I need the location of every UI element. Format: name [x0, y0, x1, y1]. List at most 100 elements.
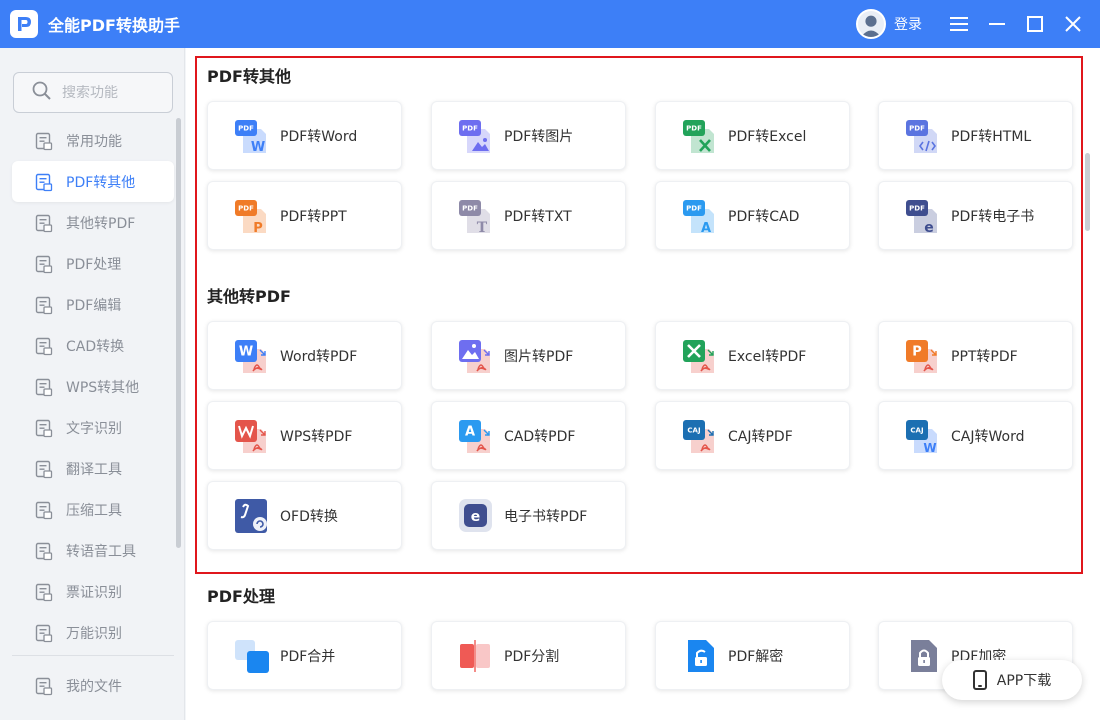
tool-card[interactable]: WPS转PDF	[207, 401, 402, 470]
tool-card[interactable]: W Word转PDF	[207, 321, 402, 390]
sidebar-item[interactable]: WPS转其他	[12, 366, 174, 407]
user-avatar-icon[interactable]	[856, 9, 886, 39]
sidebar-item[interactable]: 压缩工具	[12, 489, 174, 530]
app-download-label: APP下载	[996, 673, 1052, 689]
my-files-icon	[34, 676, 54, 696]
sidebar-item-label: 翻译工具	[66, 461, 122, 478]
sidebar-item-label: 压缩工具	[66, 502, 122, 519]
sidebar-item[interactable]: 票证识别	[12, 571, 174, 612]
tool-card-label: PDF转TXT	[504, 208, 572, 225]
tool-card[interactable]: e 电子书转PDF	[431, 481, 626, 550]
sidebar-item-label: 我的文件	[66, 678, 122, 695]
tool-card[interactable]: P PPT转PDF	[878, 321, 1073, 390]
sidebar-item-label: PDF处理	[66, 256, 122, 273]
tool-card[interactable]: PDF P PDF转PPT	[207, 181, 402, 250]
sidebar-item-label: 转语音工具	[66, 543, 136, 560]
sidebar-item-label: WPS转其他	[66, 379, 140, 396]
sidebar-item-label: CAD转换	[66, 338, 125, 355]
svg-text:PDF: PDF	[686, 124, 702, 132]
tool-card[interactable]: PDF PDF转HTML	[878, 101, 1073, 170]
svg-text:A: A	[465, 424, 475, 439]
tool-card[interactable]: CAJ W CAJ转Word	[878, 401, 1073, 470]
section-title-other-to-pdf: 其他转PDF	[207, 287, 291, 306]
tool-card[interactable]: Excel转PDF	[655, 321, 850, 390]
ebook-to-pdf-icon: e	[458, 498, 494, 534]
sidebar: 常用功能 PDF转其他 其他转PDF PDF处理 PDF编辑 CAD转换 W	[0, 48, 185, 720]
tool-card[interactable]: PDF W PDF转Word	[207, 101, 402, 170]
section-title-pdf-process: PDF处理	[207, 587, 275, 606]
sidebar-item-my-files[interactable]: 我的文件	[12, 665, 174, 706]
sidebar-item[interactable]: 翻译工具	[12, 448, 174, 489]
pdf-merge-icon	[234, 638, 270, 674]
search-input[interactable]	[62, 84, 162, 101]
tool-card-label: PDF转Excel	[728, 128, 807, 145]
cad-to-pdf-icon: A	[458, 418, 494, 454]
wps-convert-icon	[34, 377, 54, 397]
sidebar-item[interactable]: 转语音工具	[12, 530, 174, 571]
svg-text:PDF: PDF	[462, 204, 478, 212]
caj-to-pdf-icon: CAJ	[682, 418, 718, 454]
pdf-decrypt-icon	[682, 638, 718, 674]
tool-card-label: PDF合并	[280, 648, 336, 665]
other-to-pdf-icon	[34, 213, 54, 233]
sidebar-item-label: 票证识别	[66, 584, 122, 601]
menu-icon[interactable]	[940, 0, 978, 48]
pdf-to-ppt-icon: PDF P	[234, 198, 270, 236]
tool-card-label: Excel转PDF	[728, 348, 807, 365]
tool-card[interactable]: PDF分割	[431, 621, 626, 690]
pdf-edit-icon	[34, 295, 54, 315]
ofd-convert-icon	[234, 498, 270, 534]
image-to-pdf-icon	[458, 338, 494, 374]
svg-text:CAJ: CAJ	[910, 426, 923, 434]
pdf-to-image-icon: PDF	[458, 118, 494, 154]
sidebar-item[interactable]: 常用功能	[12, 120, 174, 161]
login-button[interactable]: 登录	[894, 14, 922, 34]
close-icon[interactable]	[1054, 0, 1092, 48]
tool-card-label: CAD转PDF	[504, 428, 576, 445]
tool-card[interactable]: PDF PDF转Excel	[655, 101, 850, 170]
svg-text:P: P	[253, 221, 263, 234]
pdf-split-icon	[458, 638, 494, 674]
sidebar-item[interactable]: 万能识别	[12, 612, 174, 653]
svg-text:PDF: PDF	[238, 124, 254, 132]
tool-card[interactable]: PDF合并	[207, 621, 402, 690]
sidebar-item[interactable]: PDF转其他	[12, 161, 174, 202]
tool-card-label: PPT转PDF	[951, 348, 1018, 365]
svg-text:A: A	[701, 221, 711, 234]
tool-card[interactable]: PDF A PDF转CAD	[655, 181, 850, 250]
svg-text:PDF: PDF	[462, 124, 478, 132]
universal-recognition-icon	[34, 623, 54, 643]
caj-to-word-icon: CAJ W	[905, 418, 941, 455]
app-download-button[interactable]: APP下载	[942, 660, 1082, 700]
tool-card[interactable]: PDF PDF转图片	[431, 101, 626, 170]
tool-card[interactable]: PDF解密	[655, 621, 850, 690]
tool-card-label: PDF分割	[504, 648, 560, 665]
sidebar-item[interactable]: 文字识别	[12, 407, 174, 448]
maximize-icon[interactable]	[1016, 0, 1054, 48]
sidebar-item[interactable]: PDF编辑	[12, 284, 174, 325]
sidebar-item[interactable]: PDF处理	[12, 243, 174, 284]
tool-card-label: Word转PDF	[280, 348, 358, 365]
main-scrollbar[interactable]	[1085, 153, 1090, 231]
compress-icon	[34, 500, 54, 520]
tool-card[interactable]: PDF e PDF转电子书	[878, 181, 1073, 250]
pdf-to-txt-icon: PDF T	[458, 198, 494, 236]
tool-card-label: PDF转CAD	[728, 208, 800, 225]
sidebar-item[interactable]: 其他转PDF	[12, 202, 174, 243]
tool-card-label: WPS转PDF	[280, 428, 353, 445]
svg-text:e: e	[924, 220, 934, 234]
minimize-icon[interactable]	[978, 0, 1016, 48]
main-content: PDF转其他 其他转PDF PDF处理 PDF W PDF转Word PDF PD…	[186, 48, 1100, 720]
sidebar-item[interactable]: CAD转换	[12, 325, 174, 366]
search-box[interactable]	[13, 72, 173, 113]
tool-card[interactable]: A CAD转PDF	[431, 401, 626, 470]
tool-card[interactable]: OFD转换	[207, 481, 402, 550]
word-to-pdf-icon: W	[234, 338, 270, 374]
tool-card[interactable]: CAJ CAJ转PDF	[655, 401, 850, 470]
tool-card-label: PDF转电子书	[951, 208, 1035, 225]
tool-card[interactable]: 图片转PDF	[431, 321, 626, 390]
tool-card[interactable]: PDF T PDF转TXT	[431, 181, 626, 250]
tool-card-label: PDF转HTML	[951, 128, 1032, 145]
svg-text:W: W	[923, 441, 936, 454]
sidebar-item-label: 万能识别	[66, 625, 122, 642]
